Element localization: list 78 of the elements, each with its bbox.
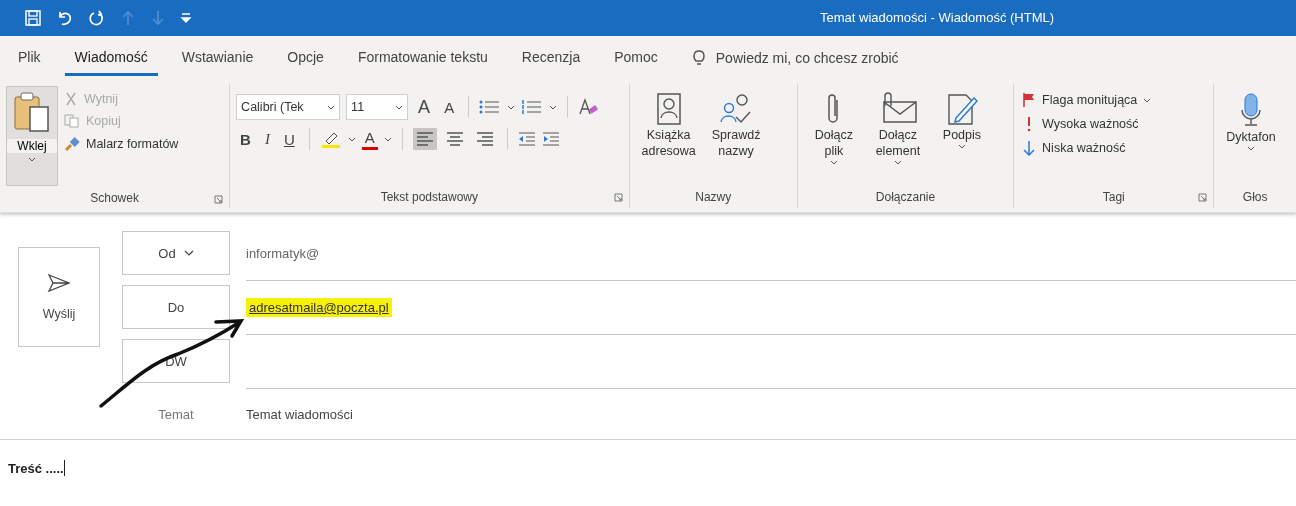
address-book-icon bbox=[655, 92, 682, 126]
highlighter-icon[interactable] bbox=[319, 130, 342, 148]
italic-button[interactable]: I bbox=[260, 130, 274, 148]
copy-icon bbox=[64, 114, 80, 128]
caret-icon[interactable] bbox=[383, 136, 392, 142]
down-arrow-icon bbox=[1022, 140, 1037, 156]
dialog-launcher-icon[interactable] bbox=[1198, 193, 1208, 202]
save-icon[interactable] bbox=[24, 9, 42, 27]
font-name-dropdown[interactable]: Calibri (Tek bbox=[236, 94, 341, 120]
signature-pen-icon bbox=[945, 92, 978, 126]
caret-icon bbox=[395, 104, 404, 110]
dialog-launcher-icon[interactable] bbox=[214, 195, 224, 204]
low-importance-button[interactable]: Niska ważność bbox=[1020, 138, 1154, 158]
send-icon bbox=[47, 273, 71, 293]
paste-button[interactable]: Wklej bbox=[6, 86, 58, 186]
font-color-button[interactable]: A bbox=[361, 128, 378, 150]
lightbulb-icon bbox=[691, 49, 706, 67]
attach-file-button[interactable]: Dołącz plik bbox=[803, 86, 864, 171]
address-book-button[interactable]: Książka adresowa bbox=[635, 86, 702, 164]
ribbon-tab[interactable]: Plik bbox=[8, 40, 51, 76]
from-button[interactable]: Od bbox=[122, 231, 230, 275]
flag-icon bbox=[1022, 92, 1037, 108]
message-body[interactable]: Treść ..... bbox=[0, 439, 1296, 480]
align-center-icon bbox=[445, 131, 464, 147]
scissors-icon bbox=[64, 92, 78, 106]
paintbrush-icon bbox=[64, 136, 80, 152]
group-label: Nazwy bbox=[695, 190, 732, 204]
decrease-indent-icon[interactable] bbox=[517, 131, 536, 147]
font-size-dropdown[interactable]: 11 bbox=[346, 94, 409, 120]
ribbon-tab[interactable]: Pomoc bbox=[604, 40, 668, 76]
high-importance-button[interactable]: Wysoka ważność bbox=[1020, 114, 1154, 134]
bullet-list-icon[interactable] bbox=[479, 99, 502, 115]
caret-icon bbox=[28, 157, 36, 162]
dialog-launcher-icon[interactable] bbox=[613, 193, 623, 202]
to-button[interactable]: Do bbox=[122, 285, 230, 329]
window-title: Temat wiadomości - Wiadomość (HTML) bbox=[820, 10, 1055, 25]
ribbon-tab[interactable]: Formatowanie tekstu bbox=[347, 40, 498, 76]
align-right-icon bbox=[475, 131, 494, 147]
microphone-icon bbox=[1239, 92, 1263, 128]
redo-icon[interactable] bbox=[88, 9, 106, 27]
subject-label: Temat bbox=[157, 406, 195, 422]
shrink-font-button[interactable]: A bbox=[440, 98, 459, 116]
send-button[interactable]: Wyślij bbox=[18, 247, 100, 347]
check-names-button[interactable]: Sprawdź nazwy bbox=[705, 86, 767, 164]
caret-icon bbox=[327, 104, 336, 110]
recipient-address: adresatmaila@poczta.pl bbox=[246, 298, 392, 317]
follow-up-flag-button[interactable]: Flaga monitująca bbox=[1020, 90, 1154, 110]
signature-button[interactable]: Podpis bbox=[931, 86, 992, 155]
clipboard-icon bbox=[12, 91, 52, 135]
group-label: Tekst podstawowy bbox=[380, 190, 479, 204]
group-label: Głos bbox=[1242, 190, 1268, 204]
bold-button[interactable]: B bbox=[236, 130, 255, 148]
underline-button[interactable]: U bbox=[279, 130, 299, 148]
ribbon-tab[interactable]: Opcje bbox=[277, 40, 334, 76]
dictate-button[interactable]: Dyktafon bbox=[1220, 86, 1282, 157]
tell-me-search[interactable]: Powiedz mi, co chcesz zrobić bbox=[691, 49, 978, 67]
align-button[interactable] bbox=[412, 128, 437, 150]
ribbon-tab[interactable]: Recenzja bbox=[511, 40, 591, 76]
customize-toolbar-icon[interactable] bbox=[180, 11, 192, 25]
group-label: Schowek bbox=[90, 191, 139, 205]
clear-formatting-icon[interactable] bbox=[578, 98, 599, 116]
caret-icon[interactable] bbox=[549, 104, 558, 110]
grow-font-button[interactable]: A bbox=[414, 96, 435, 118]
caret-icon[interactable] bbox=[347, 136, 356, 142]
increase-indent-icon[interactable] bbox=[541, 131, 560, 147]
group-label: Dołączanie bbox=[875, 190, 936, 204]
ribbon-tab[interactable]: Wiadomość bbox=[64, 40, 158, 76]
ribbon-tab[interactable]: Wstawianie bbox=[171, 40, 264, 76]
numbered-list-icon[interactable] bbox=[521, 99, 544, 115]
subject-field[interactable]: Temat wiadomości bbox=[246, 389, 1296, 439]
from-field[interactable]: informatyk@ bbox=[246, 227, 1296, 281]
undo-icon[interactable] bbox=[56, 9, 74, 27]
clipboard-button[interactable]: Malarz formatów bbox=[62, 134, 181, 154]
attach-item-button[interactable]: Dołącz element bbox=[867, 86, 928, 171]
to-field[interactable]: adresatmaila@poczta.pl bbox=[246, 281, 1296, 335]
align-left-icon bbox=[415, 131, 434, 147]
group-label: Tagi bbox=[1102, 190, 1125, 204]
caret-icon[interactable] bbox=[507, 104, 516, 110]
